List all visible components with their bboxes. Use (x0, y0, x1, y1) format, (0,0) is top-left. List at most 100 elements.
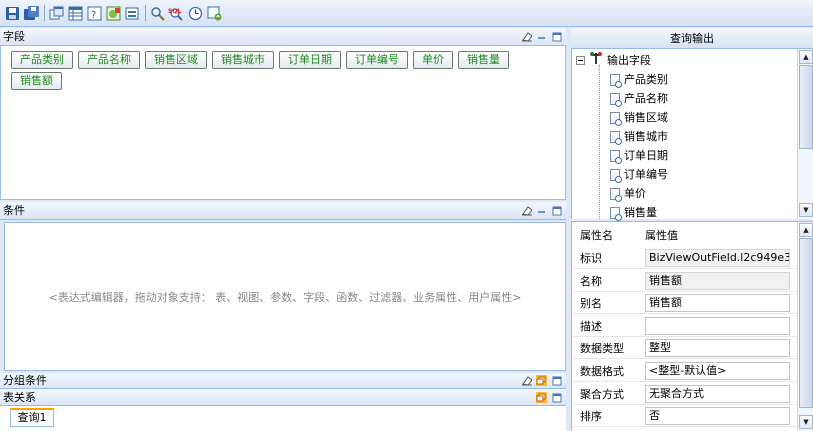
save-as-icon[interactable] (23, 5, 40, 22)
field-chip[interactable]: 产品类别 (11, 51, 73, 69)
maximize-icon[interactable] (551, 392, 562, 403)
field-chip[interactable]: 单价 (413, 51, 453, 69)
tree-field-node[interactable]: 订单编号 (610, 165, 668, 184)
property-row: 描述 (572, 314, 798, 337)
property-name: 聚合方式 (580, 387, 624, 401)
tree-field-label: 订单编号 (624, 168, 668, 181)
field-doc-icon (610, 187, 622, 202)
property-value-field[interactable]: 否 (645, 407, 790, 426)
property-scrollbar[interactable]: ▲ ▼ (797, 222, 813, 431)
property-row: 标识 BizViewOutField.l2c949e36 (572, 246, 798, 269)
property-row: 排序 否 (572, 404, 798, 428)
conditions-panel-header: 条件 (0, 202, 566, 220)
field-chip[interactable]: 订单编号 (346, 51, 408, 69)
tree-field-node[interactable]: 销售城市 (610, 127, 668, 146)
property-name: 数据格式 (580, 365, 624, 378)
property-name: 排序 (580, 410, 602, 424)
tree-field-label: 产品类别 (624, 73, 668, 86)
property-name: 描述 (580, 319, 602, 333)
group-panel-title: 分组条件 (3, 374, 47, 387)
restore-icon[interactable] (536, 375, 547, 386)
property-value-field[interactable]: 整型 (645, 339, 790, 358)
group-panel-header[interactable]: 分组条件 (0, 373, 566, 389)
fields-root-icon (589, 51, 603, 71)
field-doc-icon (610, 92, 622, 107)
maximize-icon[interactable] (551, 205, 562, 216)
svg-text:SQL: SQL (168, 8, 181, 15)
eraser-icon[interactable] (521, 205, 532, 216)
tree-field-node[interactable]: 产品名称 (610, 89, 668, 108)
tree-field-node[interactable]: 单价 (610, 184, 646, 203)
refresh-icon[interactable] (206, 5, 223, 22)
property-value-field[interactable]: <整型-默认值> (645, 362, 790, 380)
tree-field-label: 销售量 (624, 206, 657, 219)
field-chip[interactable]: 订单日期 (279, 51, 341, 69)
svg-text:?: ? (91, 10, 96, 21)
output-field-tree: 输出字段 产品类别产品名称销售区域销售城市订单日期订单编号单价销售量 ▲ ▼ (571, 49, 813, 222)
tree-field-node[interactable]: 产品类别 (610, 70, 668, 89)
export-icon[interactable] (124, 5, 141, 22)
relation-panel-title: 表关系 (3, 391, 36, 404)
field-chip[interactable]: 销售量 (458, 51, 509, 69)
expression-editor[interactable]: <表达式编辑器，拖动对象支持： 表、视图、参数、字段、函数、过滤器、业务属性、用… (4, 222, 566, 371)
property-value-field[interactable]: 销售额 (645, 294, 790, 313)
scroll-thumb[interactable] (799, 238, 813, 408)
scroll-down-arrow[interactable]: ▼ (799, 203, 813, 217)
field-chip[interactable]: 销售城市 (212, 51, 274, 69)
property-value-field[interactable] (645, 316, 790, 335)
property-row: 名称 销售额 (572, 269, 798, 292)
minimize-icon[interactable] (536, 31, 547, 42)
table-icon[interactable] (67, 5, 84, 22)
scroll-down-arrow[interactable]: ▼ (799, 415, 813, 429)
scroll-up-arrow[interactable]: ▲ (799, 223, 813, 237)
property-value-header: 属性值 (645, 229, 678, 242)
field-chip[interactable]: 销售额 (11, 72, 62, 90)
property-value-field[interactable]: BizViewOutField.l2c949e36 (645, 249, 790, 267)
tree-field-label: 销售城市 (624, 130, 668, 143)
tab-query1[interactable]: 查询1 (10, 408, 54, 427)
minimize-icon[interactable] (536, 205, 547, 216)
tree-field-node[interactable]: 销售量 (610, 203, 657, 222)
clock-icon[interactable] (187, 5, 204, 22)
toolbar-separator (44, 5, 45, 21)
relation-panel-header[interactable]: 表关系 (0, 389, 566, 406)
search-icon[interactable] (149, 5, 166, 22)
tree-field-node[interactable]: 订单日期 (610, 146, 668, 165)
relation-panel-body: 查询1 (0, 406, 566, 431)
data-icon[interactable] (105, 5, 122, 22)
field-doc-icon (610, 111, 622, 126)
conditions-panel-title: 条件 (3, 204, 25, 217)
restore-icon[interactable] (536, 392, 547, 403)
property-value-field[interactable]: 无聚合方式 (645, 384, 790, 403)
tree-field-label: 产品名称 (624, 92, 668, 105)
property-name-header: 属性名 (580, 229, 613, 242)
property-header-row: 属性名 属性值 (572, 222, 798, 246)
property-name: 名称 (580, 274, 602, 288)
new-window-icon[interactable] (48, 5, 65, 22)
field-chip[interactable]: 销售区域 (145, 51, 207, 69)
save-icon[interactable] (4, 5, 21, 22)
field-doc-icon (610, 168, 622, 183)
fields-panel-title: 字段 (3, 30, 25, 43)
maximize-icon[interactable] (551, 375, 562, 386)
field-doc-icon (610, 73, 622, 88)
fields-panel-header: 字段 (0, 28, 566, 46)
fields-panel-body: 产品类别 产品名称 销售区域 销售城市 订单日期 订单编号 单价 销售量销售额 (0, 46, 566, 200)
tree-root-node[interactable]: 输出字段 (576, 51, 651, 70)
collapse-icon[interactable] (576, 56, 585, 65)
tree-field-node[interactable]: 销售区域 (610, 108, 668, 127)
maximize-icon[interactable] (551, 31, 562, 42)
property-value-field[interactable]: 销售额 (645, 271, 790, 290)
sql-icon[interactable]: SQL (168, 5, 185, 22)
field-chip[interactable]: 产品名称 (78, 51, 140, 69)
main-toolbar: ? SQL (0, 0, 813, 27)
expression-editor-hint: <表达式编辑器，拖动对象支持： 表、视图、参数、字段、函数、过滤器、业务属性、用… (48, 290, 522, 304)
tree-scrollbar[interactable]: ▲ ▼ (797, 49, 813, 219)
help-icon[interactable]: ? (86, 5, 103, 22)
scroll-up-arrow[interactable]: ▲ (799, 50, 813, 64)
property-name: 标识 (580, 252, 602, 265)
eraser-icon[interactable] (521, 375, 532, 386)
scroll-thumb[interactable] (799, 65, 813, 149)
tree-root-label: 输出字段 (607, 54, 651, 67)
eraser-icon[interactable] (521, 31, 532, 42)
